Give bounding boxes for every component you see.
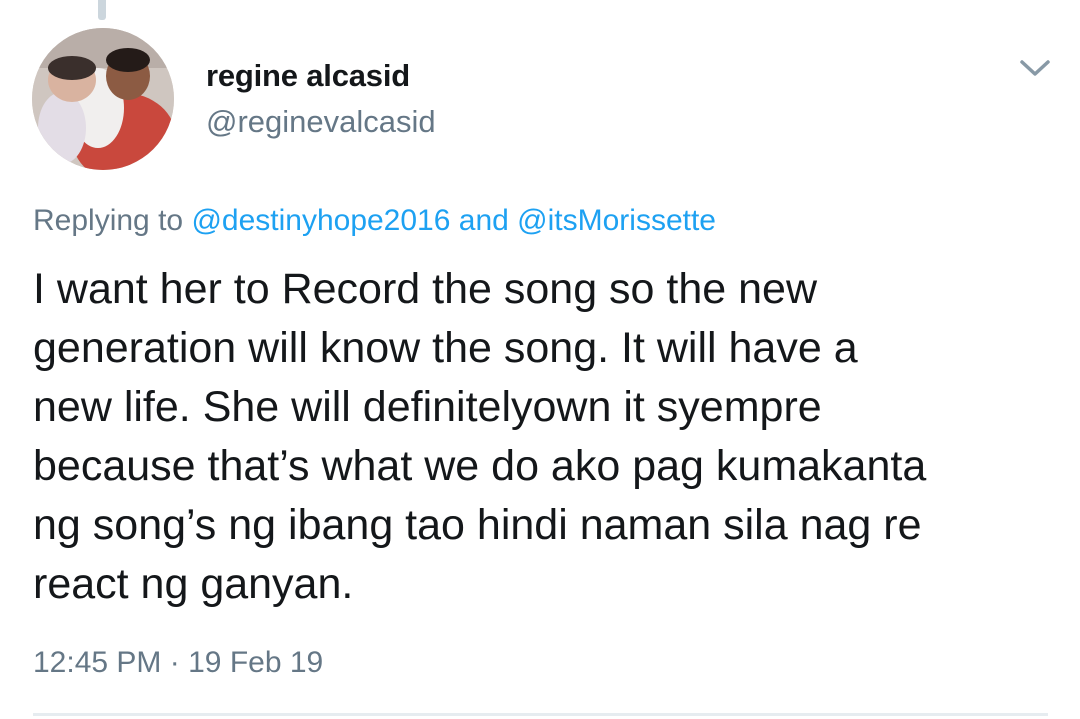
replying-to-label: Replying to [33, 204, 184, 237]
tweet-timestamp[interactable]: 12:45 PM · 19 Feb 19 [33, 646, 323, 680]
replying-to-line: Replying to @destinyhope2016 and @itsMor… [33, 204, 716, 238]
chevron-down-icon[interactable] [1014, 52, 1056, 84]
tweet-text-line: generation will know the song. It will h… [33, 324, 858, 372]
mention-link[interactable]: @destinyhope2016 [191, 204, 450, 237]
tweet-text: I want her to Record the song so the new… [33, 260, 1053, 614]
tweet-text-line: I want her to Record the song so the new [33, 265, 818, 313]
timestamp-separator: · [169, 646, 180, 679]
tweet-text-line: react ng ganyan. [33, 560, 354, 608]
mention-conjunction: and [458, 204, 509, 237]
avatar-photo-icon [32, 28, 174, 170]
thread-connector-line [98, 0, 106, 20]
tweet-text-line: new life. She will definitelyown it syem… [33, 383, 822, 431]
author-handle[interactable]: @reginevalcasid [206, 104, 436, 140]
avatar[interactable] [32, 28, 174, 170]
divider [33, 713, 1048, 716]
author-name[interactable]: regine alcasid [206, 58, 410, 94]
tweet-time: 12:45 PM [33, 646, 162, 679]
tweet-text-line: because that’s what we do ako pag kumaka… [33, 442, 927, 490]
mention-link[interactable]: @itsMorissette [517, 204, 716, 237]
tweet-text-line: ng song’s ng ibang tao hindi naman sila … [33, 501, 922, 549]
tweet-date: 19 Feb 19 [188, 646, 324, 679]
